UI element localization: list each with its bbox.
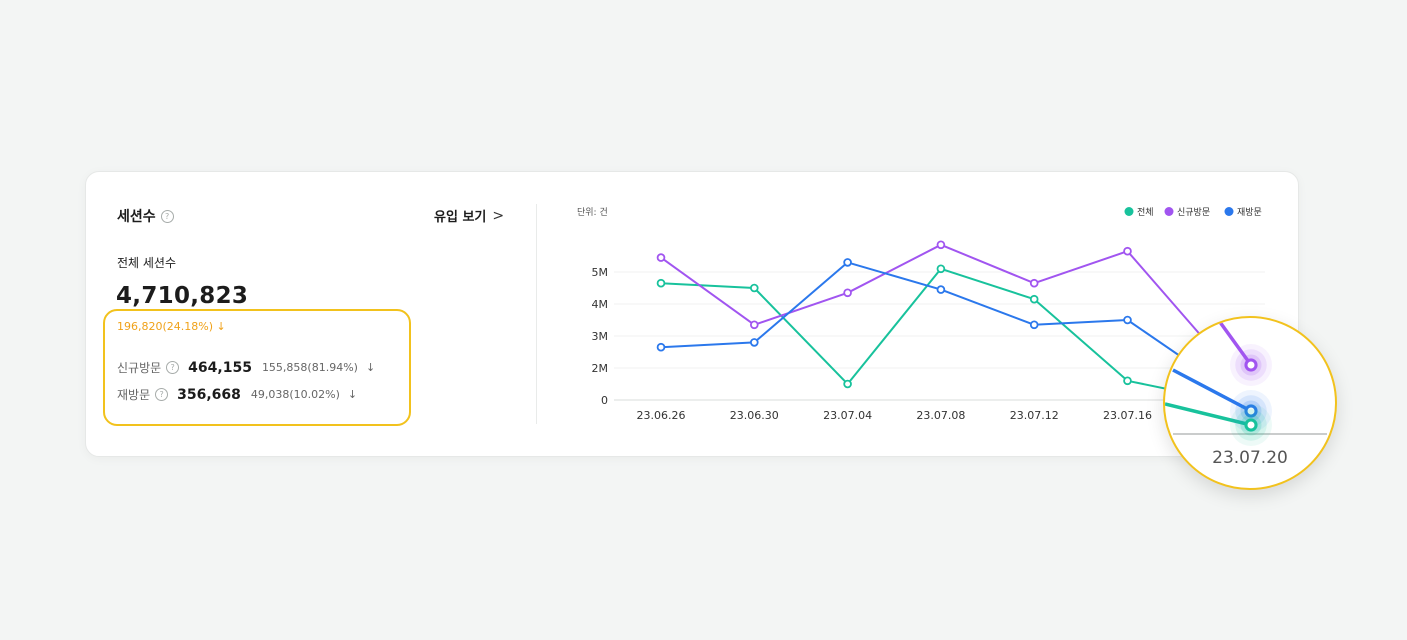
- data-point: [1029, 278, 1039, 288]
- legend-label: 전체: [1137, 207, 1154, 218]
- x-tick-label: 23.06.26: [637, 409, 686, 422]
- y-tick-label: 2M: [592, 362, 609, 375]
- data-point: [1244, 358, 1258, 372]
- data-point: [843, 379, 852, 389]
- legend-label: 신규방문: [1177, 207, 1210, 218]
- data-point: [749, 320, 759, 330]
- y-tick-label: 5M: [592, 266, 609, 279]
- unit-label: 단위: 건: [577, 207, 608, 218]
- x-tick-label: 23.07.16: [1103, 409, 1152, 422]
- data-point: [1029, 294, 1039, 304]
- data-point: [1029, 320, 1039, 330]
- data-point: [749, 283, 759, 293]
- x-tick-label: 23.06.30: [730, 409, 779, 422]
- series-line: [660, 261, 1222, 385]
- data-point: [843, 288, 852, 298]
- data-point: [656, 342, 666, 352]
- data-point: [843, 258, 852, 267]
- x-tick-label: 23.07.04: [823, 409, 872, 422]
- x-tick-label: 23.07.12: [1010, 409, 1059, 422]
- data-point: [1123, 246, 1132, 256]
- x-tick-label: 23.07.08: [916, 409, 965, 422]
- data-point: [656, 253, 666, 262]
- legend-swatch: [1124, 207, 1134, 216]
- data-point: [1123, 315, 1132, 325]
- data-point: [1244, 418, 1258, 432]
- legend-swatch: [1224, 207, 1234, 216]
- legend-swatch: [1164, 207, 1174, 216]
- data-point: [936, 240, 946, 250]
- magnifier-date-label: 23.07.20: [1212, 448, 1288, 468]
- data-point: [749, 338, 759, 347]
- data-point: [936, 264, 946, 274]
- y-tick-label: 0: [601, 394, 608, 407]
- legend-label: 재방문: [1237, 207, 1262, 218]
- magnifier-callout: 23.07.20: [1163, 316, 1337, 490]
- y-tick-label: 4M: [592, 298, 609, 311]
- data-point: [1123, 376, 1132, 386]
- y-tick-label: 3M: [592, 330, 609, 343]
- data-point: [656, 278, 666, 288]
- data-point: [936, 285, 946, 294]
- series-line: [660, 243, 1222, 360]
